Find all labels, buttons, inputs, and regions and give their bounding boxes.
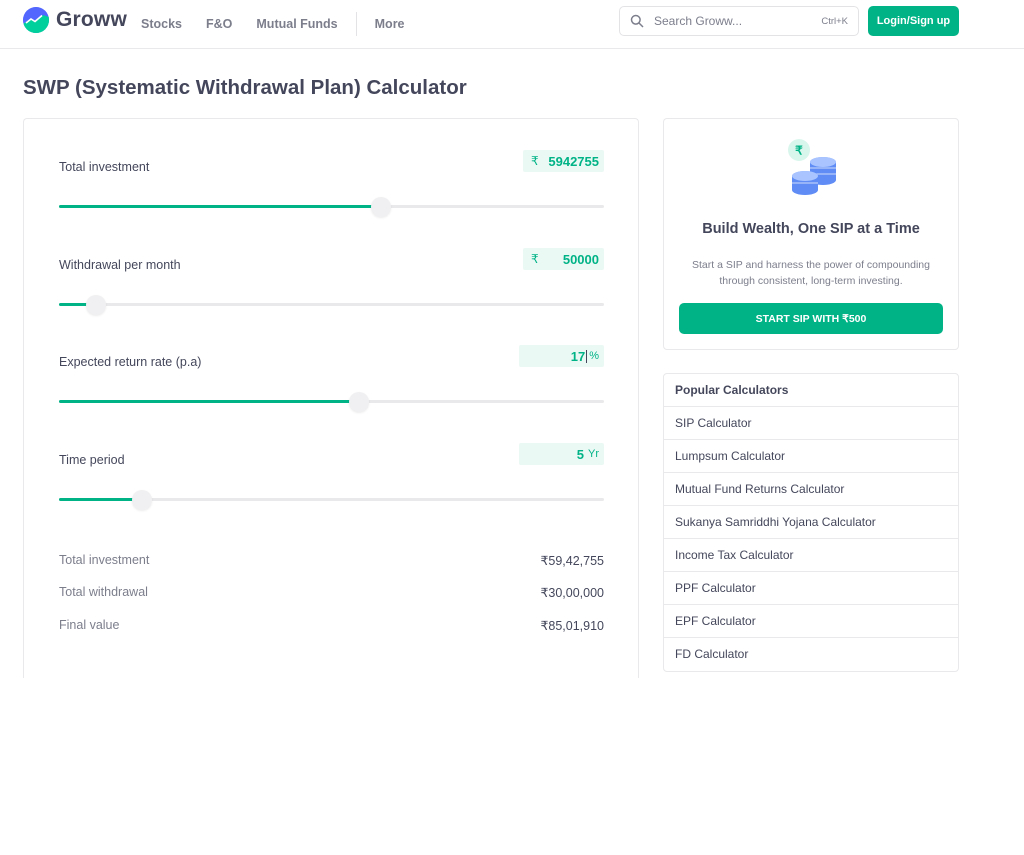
rupee-prefix: ₹ xyxy=(531,154,539,168)
slider-track xyxy=(59,303,604,306)
nav-fno[interactable]: F&O xyxy=(206,17,232,31)
field-label: Withdrawal per month xyxy=(59,258,181,272)
summary-value: ₹85,01,910 xyxy=(540,619,604,633)
promo-coin-symbol: ₹ xyxy=(795,144,803,158)
slider-thumb[interactable] xyxy=(132,490,152,510)
sip-promo-card: ₹ Build Wealth, One SIP at a Time Start … xyxy=(663,118,959,350)
nav-divider xyxy=(355,12,357,36)
field-time-period: Time period 5 Yr xyxy=(59,443,604,512)
popular-item-income-tax[interactable]: Income Tax Calculator xyxy=(664,539,958,572)
start-sip-button[interactable]: START SIP WITH ₹500 xyxy=(679,303,943,334)
total-investment-slider[interactable] xyxy=(59,197,604,217)
slider-fill xyxy=(59,498,142,501)
promo-description: Start a SIP and harness the power of com… xyxy=(692,259,930,287)
popular-item-mf-returns[interactable]: Mutual Fund Returns Calculator xyxy=(664,473,958,506)
field-expected-return-rate: Expected return rate (p.a) 17 % xyxy=(59,345,604,414)
top-header: Groww Stocks F&O Mutual Funds More Ctrl+… xyxy=(0,0,1024,49)
time-period-slider[interactable] xyxy=(59,490,604,510)
search-input[interactable] xyxy=(654,14,822,28)
popular-item-sukanya[interactable]: Sukanya Samriddhi Yojana Calculator xyxy=(664,506,958,539)
search-shortcut: Ctrl+K xyxy=(821,15,848,27)
groww-logo-icon xyxy=(23,7,49,33)
withdrawal-input[interactable]: ₹ 50000 xyxy=(523,248,604,270)
slider-thumb[interactable] xyxy=(349,392,369,412)
popular-item-ppf[interactable]: PPF Calculator xyxy=(664,572,958,605)
search-box[interactable]: Ctrl+K xyxy=(619,6,859,36)
withdrawal-slider[interactable] xyxy=(59,295,604,315)
popular-calculators-title: Popular Calculators xyxy=(664,374,958,407)
field-label: Total investment xyxy=(59,160,150,174)
popular-item-fd[interactable]: FD Calculator xyxy=(664,638,958,671)
slider-fill xyxy=(59,205,381,208)
summary-label: Total withdrawal xyxy=(59,585,148,599)
field-label: Expected return rate (p.a) xyxy=(59,355,202,369)
login-signup-button[interactable]: Login/Sign up xyxy=(868,6,959,36)
popular-item-epf[interactable]: EPF Calculator xyxy=(664,605,958,638)
field-total-investment: Total investment ₹ 5942755 xyxy=(59,150,604,219)
summary-row-total-investment: Total investment ₹59,42,755 xyxy=(59,553,604,568)
popular-calculators: Popular Calculators SIP Calculator Lumps… xyxy=(663,373,959,672)
slider-fill xyxy=(59,400,359,403)
slider-thumb[interactable] xyxy=(371,197,391,217)
total-investment-input[interactable]: ₹ 5942755 xyxy=(523,150,604,172)
text-caret xyxy=(586,349,588,363)
time-period-input[interactable]: 5 Yr xyxy=(519,443,604,465)
summary-value: ₹59,42,755 xyxy=(540,554,604,568)
promo-title: Build Wealth, One SIP at a Time xyxy=(702,221,920,237)
page-title: SWP (Systematic Withdrawal Plan) Calcula… xyxy=(23,76,467,99)
summary-row-final-value: Final value ₹85,01,910 xyxy=(59,618,604,633)
groww-logo[interactable]: Groww xyxy=(23,7,127,33)
main-nav: Stocks F&O Mutual Funds More xyxy=(141,0,429,48)
rupee-prefix: ₹ xyxy=(531,252,539,266)
swp-calculator-card: Total investment ₹ 5942755 Withdrawal pe… xyxy=(23,118,639,678)
percent-suffix: % xyxy=(589,350,599,362)
return-rate-input[interactable]: 17 % xyxy=(519,345,604,367)
return-rate-slider[interactable] xyxy=(59,392,604,412)
slider-thumb[interactable] xyxy=(86,295,106,315)
nav-stocks[interactable]: Stocks xyxy=(141,17,182,31)
popular-item-sip[interactable]: SIP Calculator xyxy=(664,407,958,440)
logo-text: Groww xyxy=(56,8,128,31)
input-value: 5942755 xyxy=(548,153,599,169)
summary-value: ₹30,00,000 xyxy=(540,586,604,600)
search-icon xyxy=(630,14,644,28)
field-label: Time period xyxy=(59,453,125,467)
popular-item-lumpsum[interactable]: Lumpsum Calculator xyxy=(664,440,958,473)
rupee-coins-icon: ₹ xyxy=(788,139,836,195)
field-withdrawal-per-month: Withdrawal per month ₹ 50000 xyxy=(59,248,604,317)
input-value: 50000 xyxy=(562,251,599,267)
input-value: 5 xyxy=(576,446,584,462)
nav-mutual-funds[interactable]: Mutual Funds xyxy=(256,17,337,31)
year-suffix: Yr xyxy=(588,448,599,460)
summary-label: Total investment xyxy=(59,553,150,567)
nav-more[interactable]: More xyxy=(375,17,405,31)
summary-row-total-withdrawal: Total withdrawal ₹30,00,000 xyxy=(59,585,604,600)
summary-label: Final value xyxy=(59,618,120,632)
input-value: 17 xyxy=(570,348,586,364)
